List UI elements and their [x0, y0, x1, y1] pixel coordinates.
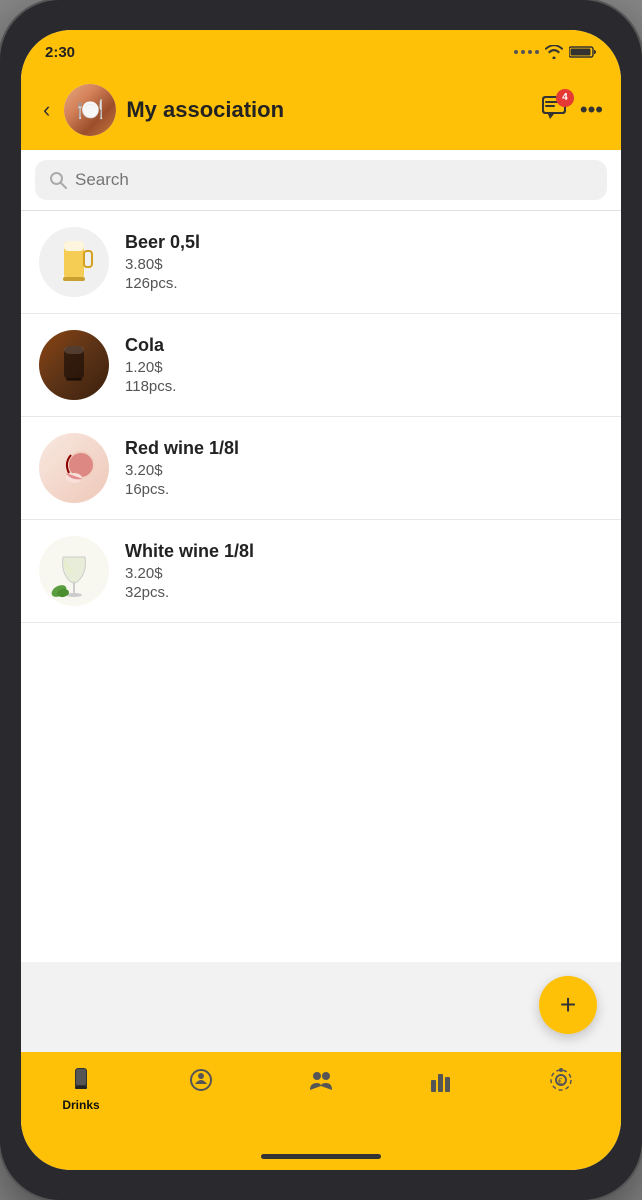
members-nav-icon — [307, 1066, 335, 1094]
item-image-beer — [39, 227, 109, 297]
notch — [256, 0, 386, 30]
item-qty: 16pcs. — [125, 481, 603, 498]
red-wine-icon — [49, 443, 99, 493]
item-image-white-wine — [39, 536, 109, 606]
search-bar — [35, 160, 607, 200]
add-button[interactable]: + — [539, 976, 597, 1034]
stats-nav-icon — [427, 1066, 455, 1094]
item-price: 1.20$ — [125, 359, 603, 376]
search-icon — [49, 171, 67, 189]
item-info-red-wine: Red wine 1/8l 3.20$ 16pcs. — [125, 438, 603, 498]
item-qty: 126pcs. — [125, 275, 603, 292]
chat-button[interactable]: 4 — [540, 95, 568, 126]
food-nav-icon — [187, 1066, 215, 1094]
item-info-white-wine: White wine 1/8l 3.20$ 32pcs. — [125, 541, 603, 601]
phone-frame: 2:30 — [0, 0, 642, 1200]
list-item[interactable]: White wine 1/8l 3.20$ 32pcs. — [21, 520, 621, 623]
list-item[interactable]: Red wine 1/8l 3.20$ 16pcs. — [21, 417, 621, 520]
list-item[interactable]: Cola 1.20$ 118pcs. — [21, 314, 621, 417]
home-indicator — [21, 1142, 621, 1170]
drinks-nav-icon — [67, 1066, 95, 1094]
signal-dots — [514, 50, 539, 54]
item-info-cola: Cola 1.20$ 118pcs. — [125, 335, 603, 395]
item-qty: 118pcs. — [125, 378, 603, 395]
more-button[interactable]: ••• — [580, 97, 603, 123]
home-bar — [261, 1154, 381, 1159]
header-actions: 4 ••• — [540, 95, 603, 126]
nav-item-food[interactable] — [141, 1062, 261, 1098]
status-time: 2:30 — [45, 44, 75, 61]
item-name: Red wine 1/8l — [125, 438, 603, 459]
search-container — [21, 150, 621, 211]
back-button[interactable]: ‹ — [39, 93, 54, 127]
item-name: Beer 0,5l — [125, 232, 603, 253]
fab-area: + — [21, 962, 621, 1052]
avatar: 🍽️ — [64, 84, 116, 136]
page-title: My association — [126, 97, 530, 123]
item-image-cola — [39, 330, 109, 400]
item-name: White wine 1/8l — [125, 541, 603, 562]
nav-item-stats[interactable] — [381, 1062, 501, 1098]
nav-label-drinks: Drinks — [62, 1098, 99, 1112]
item-image-red-wine — [39, 433, 109, 503]
item-name: Cola — [125, 335, 603, 356]
item-price: 3.20$ — [125, 565, 603, 582]
item-price: 3.80$ — [125, 256, 603, 273]
avatar-image: 🍽️ — [64, 84, 116, 136]
settings-nav-icon: € — [547, 1066, 575, 1094]
nav-item-drinks[interactable]: Drinks — [21, 1062, 141, 1112]
phone-screen: 2:30 — [21, 30, 621, 1170]
white-wine-icon — [49, 541, 99, 601]
nav-item-settings[interactable]: € — [501, 1062, 621, 1098]
item-qty: 32pcs. — [125, 584, 603, 601]
bottom-nav: Drinks — [21, 1052, 621, 1142]
header: ‹ 🍽️ My association 4 ••• — [21, 74, 621, 150]
chat-badge: 4 — [556, 89, 574, 107]
wifi-icon — [545, 45, 563, 59]
search-input[interactable] — [75, 170, 593, 190]
status-bar: 2:30 — [21, 30, 621, 74]
nav-item-members[interactable] — [261, 1062, 381, 1098]
product-list: Beer 0,5l 3.80$ 126pcs. Cola 1.20$ — [21, 211, 621, 962]
beer-glass-icon — [54, 233, 94, 291]
svg-text:€: € — [558, 1077, 563, 1086]
item-info-beer: Beer 0,5l 3.80$ 126pcs. — [125, 232, 603, 292]
item-price: 3.20$ — [125, 462, 603, 479]
cola-glass-icon — [56, 342, 92, 388]
battery-icon — [569, 45, 597, 59]
list-item[interactable]: Beer 0,5l 3.80$ 126pcs. — [21, 211, 621, 314]
status-icons — [514, 45, 597, 59]
